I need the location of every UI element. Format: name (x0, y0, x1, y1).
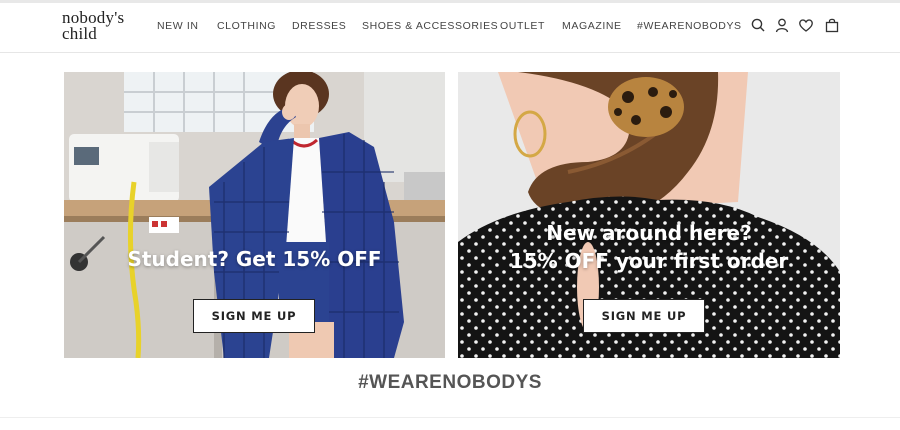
student-banner-headline: Student? Get 15% OFF (127, 247, 382, 271)
brand-logo[interactable]: nobody's child (62, 9, 124, 43)
nav-clothing[interactable]: CLOTHING (217, 20, 276, 32)
nav-wearenobodys[interactable]: #WEARENOBODYS (637, 20, 742, 32)
account-icon[interactable] (774, 17, 790, 33)
first-order-headline-line-2: 15% OFF your first order (509, 249, 789, 273)
student-discount-banner[interactable]: Student? Get 15% OFF SIGN ME UP (64, 72, 445, 358)
shopping-bag-icon[interactable] (824, 17, 840, 33)
first-order-sign-up-button[interactable]: SIGN ME UP (583, 299, 705, 333)
site-header: nobody's child NEW IN CLOTHING DRESSES S… (0, 3, 900, 53)
wishlist-heart-icon[interactable] (798, 17, 814, 33)
logo-line-2: child (62, 24, 97, 43)
search-icon[interactable] (750, 17, 766, 33)
first-order-headline-line-1: New around here? (546, 221, 752, 245)
student-sign-up-button[interactable]: SIGN ME UP (193, 299, 315, 333)
nav-magazine[interactable]: MAGAZINE (562, 20, 622, 32)
nav-dresses[interactable]: DRESSES (292, 20, 346, 32)
nav-outlet[interactable]: OUTLET (500, 20, 545, 32)
first-order-discount-banner[interactable]: New around here? 15% OFF your first orde… (458, 72, 840, 358)
nav-shoes-accessories[interactable]: SHOES & ACCESSORIES (362, 20, 498, 32)
wearenobodys-section-title: #WEARENOBODYS (358, 372, 542, 393)
section-divider (0, 417, 900, 418)
nav-new-in[interactable]: NEW IN (157, 20, 199, 32)
